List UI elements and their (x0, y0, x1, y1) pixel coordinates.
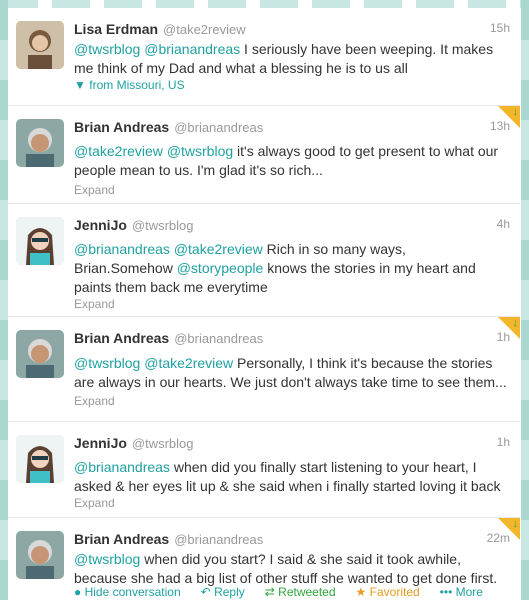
conversation-timeline: Lisa Erdman @take2review 15h @twsrblog @b… (8, 8, 520, 600)
hide-conversation-button[interactable]: ● Hide conversation (74, 585, 181, 599)
reply-icon: ↶ (200, 585, 211, 599)
reply-button[interactable]: ↶ Reply (201, 585, 245, 599)
tweet-text: @twsrblog @take2review Personally, I thi… (74, 354, 508, 392)
star-icon: ★ (355, 585, 367, 599)
more-icon: ••• (439, 585, 453, 599)
tweet-2[interactable]: JenniJo @twsrblog 4h @brianandreas @take2… (8, 204, 520, 317)
right-decor-edge (521, 0, 529, 600)
author-name[interactable]: Brian Andreas (74, 119, 169, 135)
tweet-time[interactable]: 1h (497, 435, 510, 449)
favorite-button[interactable]: ★ Favorited (356, 585, 420, 599)
mention-link[interactable]: @take2review (144, 355, 233, 371)
tweet-1[interactable]: ↓ Brian Andreas @brianandreas 13h @take2r… (8, 106, 520, 204)
expand-link[interactable]: Expand (74, 394, 115, 408)
mention-link[interactable]: @twsrblog (74, 551, 140, 567)
mention-link[interactable]: @twsrblog (74, 355, 140, 371)
conversation-icon: ● (74, 585, 82, 599)
author-username[interactable]: @take2review (163, 22, 246, 37)
retweet-icon: ⇄ (264, 585, 275, 599)
avatar-jennijo[interactable] (16, 217, 64, 265)
reply-label: Reply (214, 585, 245, 599)
tweet-header: Brian Andreas @brianandreas 22m (74, 531, 510, 549)
more-label: More (455, 585, 483, 599)
mention-link[interactable]: @take2review (74, 143, 163, 159)
author-name[interactable]: Lisa Erdman (74, 21, 158, 37)
retweet-button[interactable]: ⇄ Retweeted (265, 585, 336, 599)
expand-link[interactable]: Expand (74, 297, 115, 311)
tweet-time[interactable]: 13h (490, 119, 510, 133)
hide-conversation-label: Hide conversation (84, 585, 181, 599)
tweet-header: Brian Andreas @brianandreas 1h (74, 330, 510, 348)
mention-link[interactable]: @brianandreas (74, 459, 170, 475)
tweet-text: @take2review @twsrblog it's always good … (74, 142, 508, 180)
location-pin-icon: ▼ (74, 78, 86, 92)
more-button[interactable]: ••• More (440, 585, 483, 599)
mention-link[interactable]: @brianandreas (74, 241, 170, 257)
tweet-time[interactable]: 22m (487, 531, 510, 545)
tweet-3[interactable]: ↓ Brian Andreas @brianandreas 1h @twsrblo… (8, 317, 520, 422)
mention-link[interactable]: @brianandreas (144, 41, 240, 57)
avatar-brian[interactable] (16, 330, 64, 378)
author-name[interactable]: JenniJo (74, 217, 127, 233)
tweet-5[interactable]: ↓ Brian Andreas @brianandreas 22m @twsrbl… (8, 518, 520, 600)
tweet-time[interactable]: 15h (490, 21, 510, 35)
tweet-text: @brianandreas when did you finally start… (74, 458, 508, 496)
geo-location-label: from Missouri, US (89, 78, 185, 92)
author-name[interactable]: JenniJo (74, 435, 127, 451)
author-username[interactable]: @brianandreas (174, 532, 263, 547)
avatar-brian[interactable] (16, 119, 64, 167)
mention-link[interactable]: @take2review (174, 241, 263, 257)
author-username[interactable]: @twsrblog (132, 218, 194, 233)
left-decor-edge (0, 0, 8, 600)
author-name[interactable]: Brian Andreas (74, 330, 169, 346)
down-arrow-icon: ↓ (512, 518, 519, 530)
tweet-time[interactable]: 1h (497, 330, 510, 344)
avatar-lisa[interactable] (16, 21, 64, 69)
retweet-label: Retweeted (278, 585, 336, 599)
tweet-header: JenniJo @twsrblog 1h (74, 435, 510, 453)
tweet-actions: ● Hide conversation ↶ Reply ⇄ Retweeted … (74, 585, 483, 599)
favorite-label: Favorited (369, 585, 420, 599)
tweet-0[interactable]: Lisa Erdman @take2review 15h @twsrblog @b… (8, 8, 520, 106)
author-username[interactable]: @brianandreas (174, 331, 263, 346)
mention-link[interactable]: @twsrblog (167, 143, 233, 159)
tweet-header: Lisa Erdman @take2review 15h (74, 21, 510, 39)
author-name[interactable]: Brian Andreas (74, 531, 169, 547)
geo-location-link[interactable]: ▼ from Missouri, US (74, 78, 185, 92)
expand-link[interactable]: Expand (74, 496, 115, 510)
tweet-text: @brianandreas @take2review Rich in so ma… (74, 240, 508, 297)
tweet-4[interactable]: JenniJo @twsrblog 1h @brianandreas when d… (8, 422, 520, 518)
tweet-text: @twsrblog @brianandreas I seriously have… (74, 40, 508, 78)
down-arrow-icon: ↓ (512, 317, 519, 329)
avatar-brian[interactable] (16, 531, 64, 579)
top-decor-stripes (0, 0, 529, 8)
tweet-text: @twsrblog when did you start? I said & s… (74, 550, 508, 588)
mention-link[interactable]: @storypeople (177, 260, 264, 276)
expand-link[interactable]: Expand (74, 183, 115, 197)
author-username[interactable]: @twsrblog (132, 436, 194, 451)
author-username[interactable]: @brianandreas (174, 120, 263, 135)
mention-link[interactable]: @twsrblog (74, 41, 140, 57)
tweet-header: JenniJo @twsrblog 4h (74, 217, 510, 235)
down-arrow-icon: ↓ (512, 106, 519, 118)
avatar-jennijo[interactable] (16, 435, 64, 483)
tweet-header: Brian Andreas @brianandreas 13h (74, 119, 510, 137)
tweet-time[interactable]: 4h (497, 217, 510, 231)
